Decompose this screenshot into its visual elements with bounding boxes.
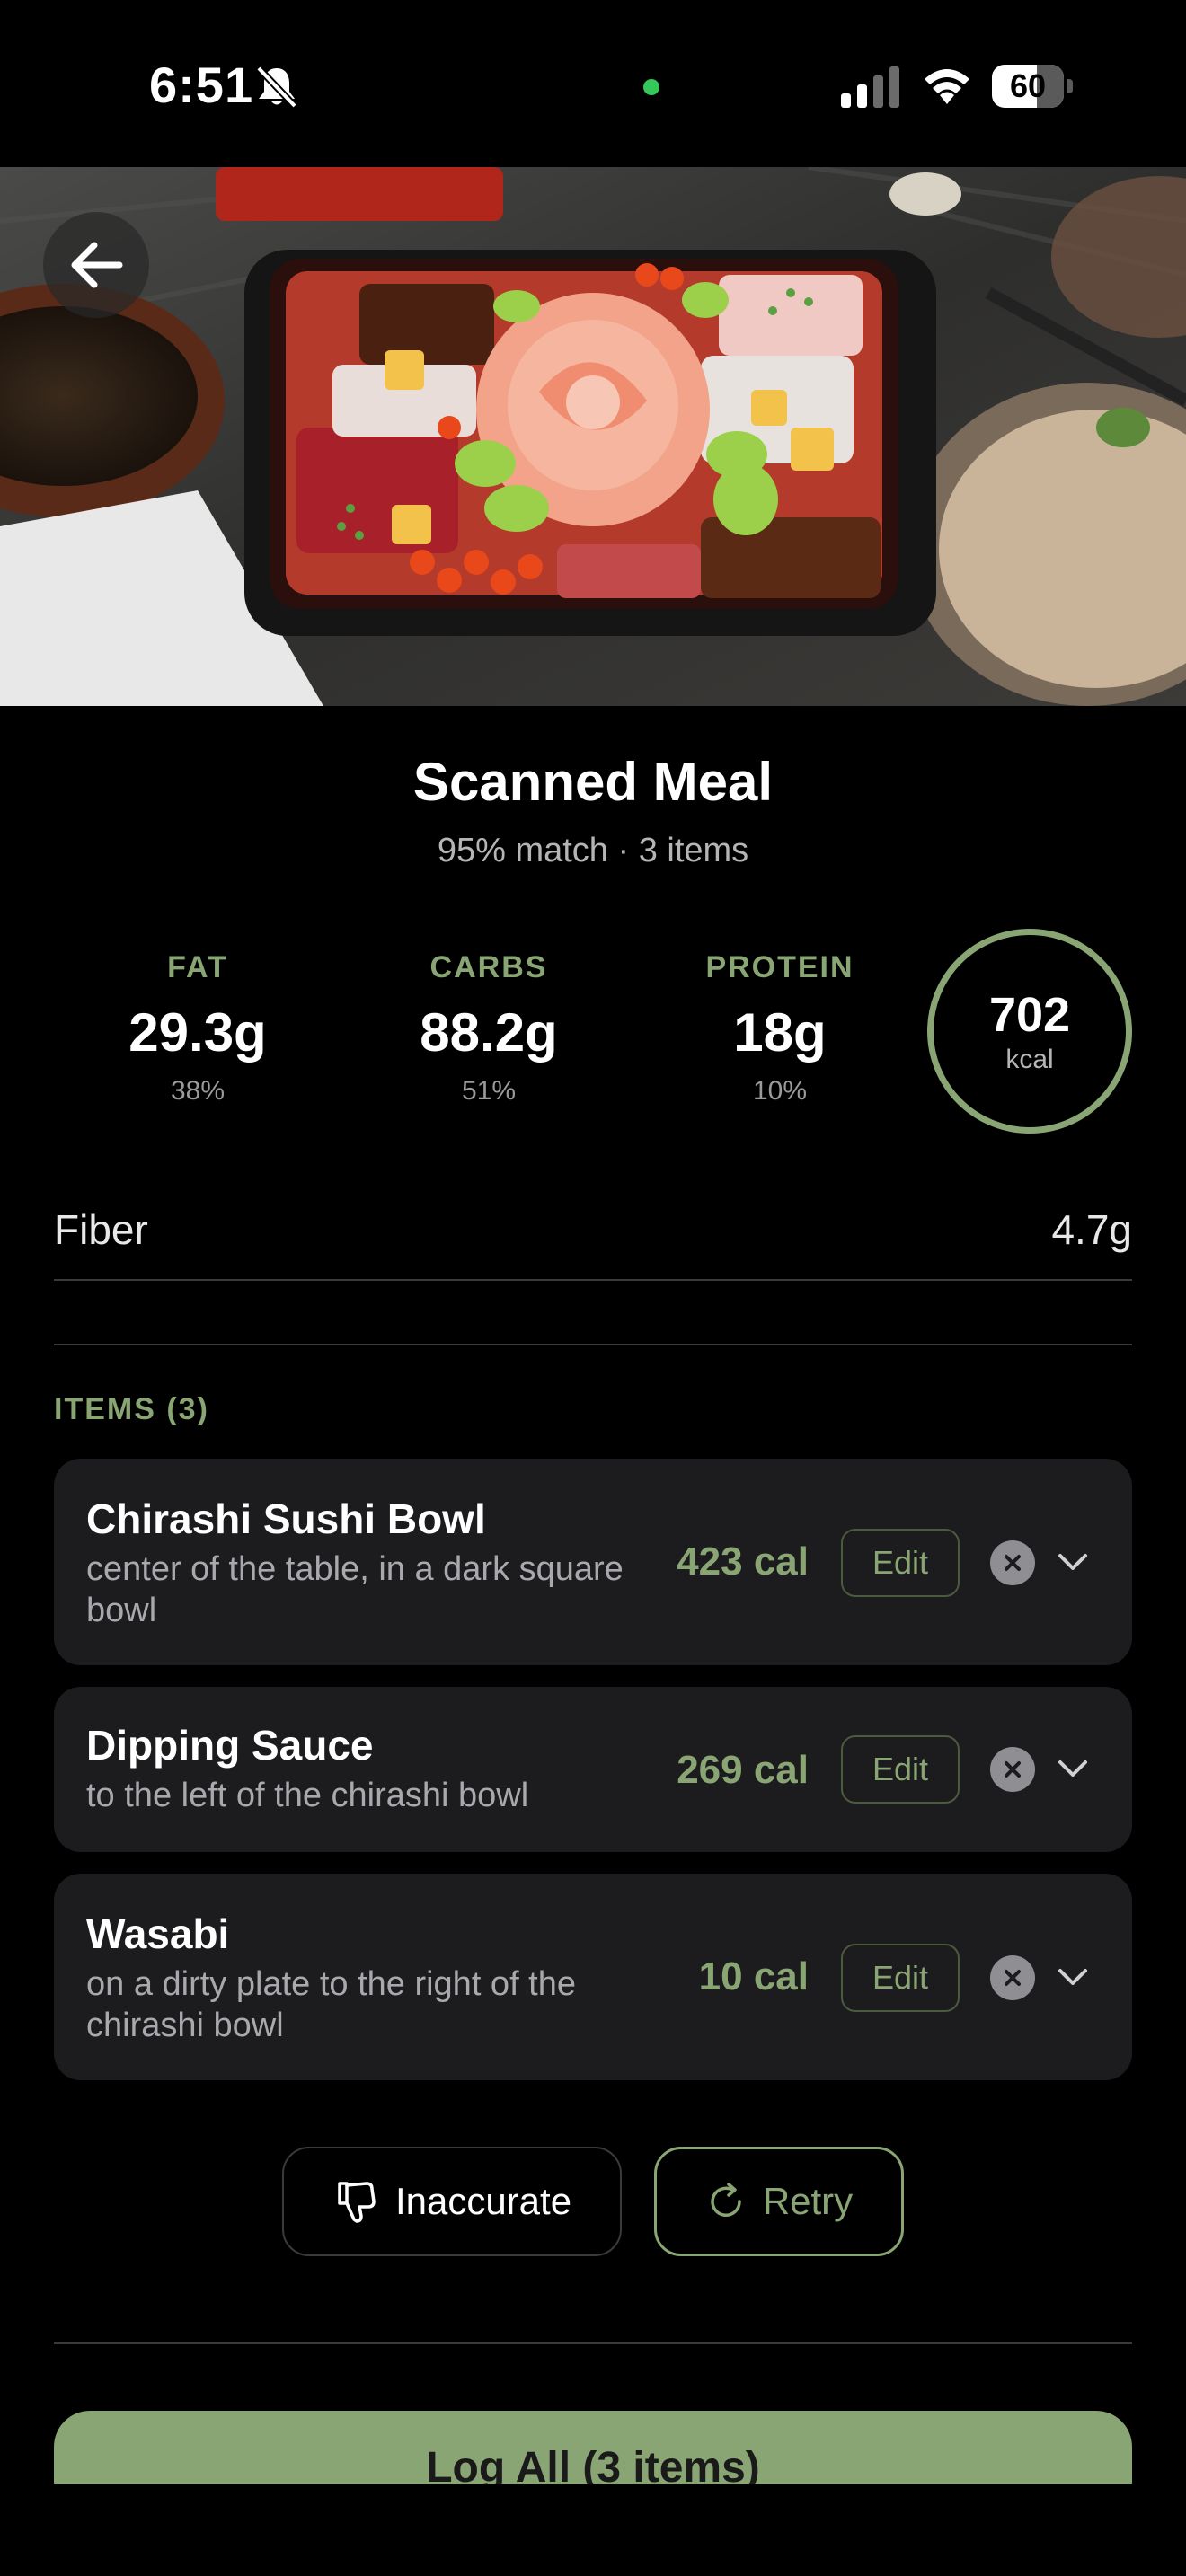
battery-icon: 60 [992, 65, 1073, 108]
arrow-left-icon [71, 242, 123, 288]
macro-protein: PROTEIN 18g 10% [672, 950, 888, 1107]
close-icon [1005, 1970, 1021, 1986]
macro-label: FAT [167, 950, 228, 984]
fiber-label: Fiber [54, 1206, 148, 1253]
macro-percent: 38% [170, 1076, 226, 1106]
list-item[interactable]: Wasabi on a dirty plate to the right of … [54, 1874, 1132, 2080]
inaccurate-label: Inaccurate [394, 2180, 572, 2222]
battery-level: 60 [1009, 67, 1047, 104]
close-icon [1005, 1761, 1021, 1778]
fiber-row: Fiber 4.7g [54, 1200, 1132, 1281]
scanned-meal-screen: 6:51 60 Scanned Meal 95% match · 3 items… [0, 0, 1186, 2576]
chevron-down-icon[interactable] [1053, 1958, 1093, 1998]
section-divider [54, 1344, 1132, 1345]
item-calories: 269 cal [677, 1748, 809, 1792]
chevron-down-icon[interactable] [1053, 1750, 1093, 1789]
back-button[interactable] [43, 212, 149, 318]
thumbs-down-icon [338, 2182, 376, 2223]
macro-fat: FAT 29.3g 38% [90, 950, 305, 1107]
macro-label: CARBS [429, 950, 548, 984]
calorie-ring: 702 kcal [927, 929, 1132, 1134]
chevron-down-icon[interactable] [1053, 1543, 1093, 1583]
remove-item-icon[interactable] [990, 1540, 1035, 1585]
calorie-value: 702 [988, 988, 1071, 1042]
item-name: Dipping Sauce [86, 1722, 374, 1769]
edit-button[interactable]: Edit [841, 1735, 960, 1804]
bell-slash-icon [256, 66, 297, 108]
macro-value: 88.2g [420, 1002, 558, 1063]
edit-button[interactable]: Edit [841, 1529, 960, 1597]
meal-photo-illustration [0, 167, 1186, 706]
footer-divider [54, 2342, 1132, 2344]
meal-subtitle: 95% match · 3 items [437, 832, 749, 869]
signal-icon [841, 66, 899, 108]
status-bar: 6:51 60 [0, 0, 1186, 167]
item-calories: 423 cal [677, 1539, 809, 1584]
close-icon [1005, 1555, 1021, 1571]
refresh-icon [711, 2183, 741, 2217]
macro-label: PROTEIN [705, 950, 854, 984]
macro-carbs: CARBS 88.2g 51% [381, 950, 597, 1107]
item-description: center of the table, in a dark square bo… [86, 1550, 624, 1629]
list-item[interactable]: Dipping Sauce to the left of the chirash… [54, 1687, 1132, 1852]
wifi-icon [925, 69, 969, 104]
status-time: 6:51 [149, 57, 254, 113]
item-description: on a dirty plate to the right of the chi… [86, 1965, 577, 2044]
retry-label: Retry [762, 2180, 854, 2222]
retry-button[interactable]: Retry [654, 2147, 904, 2256]
macro-percent: 51% [461, 1076, 517, 1106]
macro-percent: 10% [752, 1076, 808, 1106]
edit-button[interactable]: Edit [841, 1944, 960, 2012]
macro-value: 18g [733, 1002, 827, 1063]
fiber-value: 4.7g [1051, 1206, 1132, 1253]
list-item[interactable]: Chirashi Sushi Bowl center of the table,… [54, 1459, 1132, 1665]
privacy-indicator-dot [643, 79, 659, 95]
items-header: ITEMS (3) [54, 1392, 209, 1426]
item-calories: 10 cal [698, 1954, 809, 1998]
item-name: Wasabi [86, 1910, 230, 1957]
item-description: to the left of the chirashi bowl [86, 1777, 529, 1814]
item-name: Chirashi Sushi Bowl [86, 1495, 486, 1542]
meal-photo [0, 167, 1186, 706]
remove-item-icon[interactable] [990, 1955, 1035, 2000]
bottom-safe-area [0, 2484, 1186, 2576]
meal-title: Scanned Meal [412, 752, 774, 812]
remove-item-icon[interactable] [990, 1747, 1035, 1792]
calorie-unit: kcal [1005, 1045, 1054, 1074]
macro-value: 29.3g [128, 1002, 267, 1063]
inaccurate-button[interactable]: Inaccurate [282, 2147, 622, 2256]
